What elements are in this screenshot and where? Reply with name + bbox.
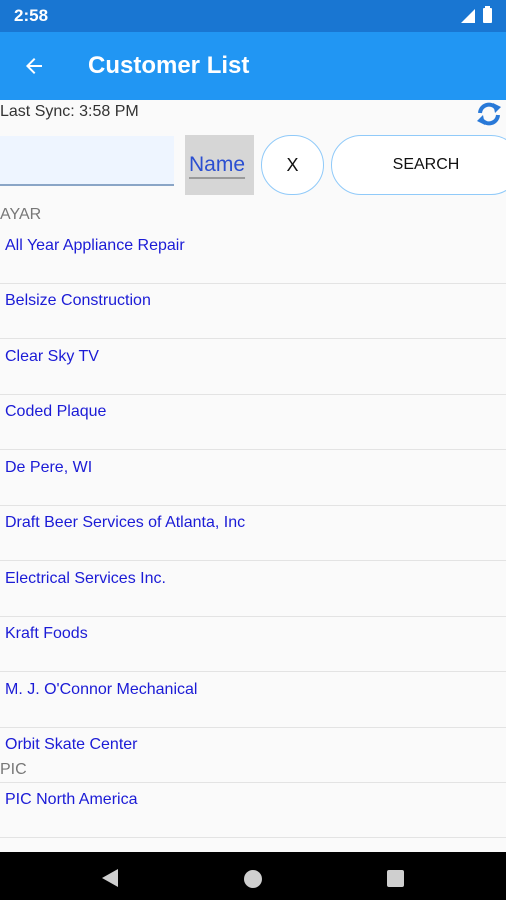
battery-icon [483,6,492,23]
list-item[interactable]: Clear Sky TV [0,340,506,395]
search-button[interactable]: SEARCH [331,135,506,195]
list-item[interactable]: Electrical Services Inc. [0,562,506,617]
circle-home-icon[interactable] [244,870,262,888]
search-field-label: Name [189,153,246,176]
app-bar: Customer List [0,32,506,100]
sync-button[interactable] [474,100,504,128]
system-nav-bar [0,852,506,900]
list-item-label: All Year Appliance Repair [5,237,185,254]
list-item-label: Kraft Foods [5,625,88,642]
list-item-label: Orbit Skate Center [5,736,138,753]
list-item-label: Clear Sky TV [5,348,99,365]
page-title: Customer List [88,52,250,79]
screen: 2:58 Customer List Last Sync: 3:58 PM Na… [0,0,506,900]
signal-icon [461,8,475,23]
list-item[interactable]: PIC North America [0,783,506,838]
list-item[interactable]: Orbit Skate Center [0,728,506,783]
sync-icon [477,102,501,126]
triangle-back-icon[interactable] [102,869,118,887]
list-item-label: De Pere, WI [5,459,93,476]
list-item[interactable]: Coded Plaque [0,395,506,450]
list-item-label: M. J. O'Connor Mechanical [5,681,198,698]
arrow-left-icon [26,58,42,74]
list-item[interactable]: M. J. O'Connor Mechanical [0,673,506,728]
clear-button[interactable]: X [261,135,324,195]
status-bar: 2:58 [0,0,506,32]
list-item-label: Draft Beer Services of Atlanta, Inc [5,514,246,531]
search-input[interactable] [0,136,174,186]
list-item[interactable]: Kraft Foods [0,617,506,672]
list-item[interactable]: De Pere, WI [0,451,506,506]
list-item-label: Coded Plaque [5,403,107,420]
status-time: 2:58 [14,6,49,25]
section-header-pic: PIC [0,761,27,778]
last-sync-label: Last Sync: 3:58 PM [0,103,139,120]
list-item[interactable]: All Year Appliance Repair [0,229,506,284]
list-item[interactable]: Belsize Construction [0,284,506,339]
search-field-select[interactable]: Name [185,135,254,195]
square-recents-icon[interactable] [387,870,404,887]
list-item-label: PIC North America [5,791,138,808]
status-icons [461,6,492,23]
list-item-label: Belsize Construction [5,292,151,309]
list-item-label: Electrical Services Inc. [5,570,166,587]
back-button[interactable] [14,46,54,86]
section-header-ayar: AYAR [0,206,42,223]
list-item[interactable]: Draft Beer Services of Atlanta, Inc [0,506,506,561]
